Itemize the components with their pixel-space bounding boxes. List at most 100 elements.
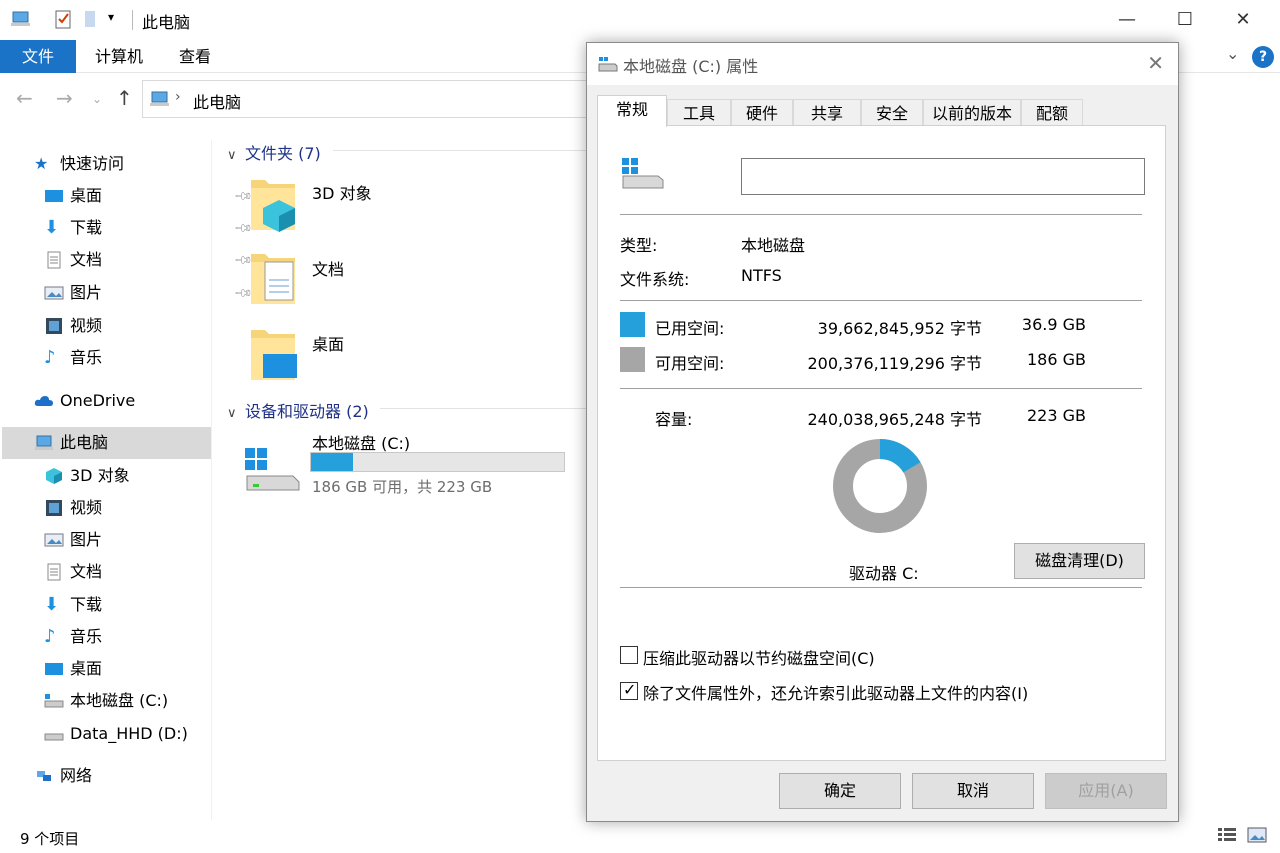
tab-view[interactable]: 查看 xyxy=(162,40,228,73)
cloud-icon xyxy=(34,396,53,406)
drive-usage-fill xyxy=(311,453,353,471)
item-count: 9 个项目 xyxy=(20,830,80,848)
used-space-swatch xyxy=(620,312,645,337)
folder-label[interactable]: 文档 xyxy=(312,256,344,280)
network-icon xyxy=(37,771,51,781)
star-icon: ★ xyxy=(34,154,49,173)
folder-desktop-icon[interactable] xyxy=(247,324,299,384)
dialog-title: 本地磁盘 (C:) 属性 xyxy=(623,57,759,76)
folder-documents-icon[interactable] xyxy=(247,248,299,308)
divider xyxy=(620,214,1142,215)
computer-icon xyxy=(35,435,53,450)
desktop-icon xyxy=(45,663,63,675)
drive-icon xyxy=(598,57,618,72)
folder-3d-objects-icon[interactable] xyxy=(247,174,299,234)
new-folder-icon[interactable] xyxy=(80,8,102,30)
cube-icon xyxy=(46,468,62,484)
document-icon xyxy=(47,251,61,269)
tab-computer[interactable]: 计算机 xyxy=(80,40,158,73)
dialog-close-icon[interactable]: ✕ xyxy=(1147,51,1164,75)
music-note-icon: ♪ xyxy=(44,626,56,647)
close-button[interactable]: ✕ xyxy=(1214,0,1272,40)
disk-cleanup-button[interactable]: 磁盘清理(D) xyxy=(1014,543,1145,579)
tab-security[interactable]: 安全 xyxy=(861,99,923,127)
capacity-gb: 223 GB xyxy=(1027,406,1086,425)
divider xyxy=(620,388,1142,389)
capacity-bytes: 240,038,965,248 字节 xyxy=(807,410,982,429)
address-path: 此电脑 xyxy=(193,93,242,112)
drive-letter-label: 驱动器 C: xyxy=(849,564,919,583)
tab-hardware[interactable]: 硬件 xyxy=(731,99,793,127)
drive-usage-text: 186 GB 可用，共 223 GB xyxy=(312,478,493,496)
divider xyxy=(620,587,1142,588)
folder-label[interactable]: 3D 对象 xyxy=(312,180,372,204)
apply-button[interactable]: 应用(A) xyxy=(1045,773,1167,809)
local-disk-icon[interactable] xyxy=(243,446,301,492)
capacity-label: 容量: xyxy=(655,410,693,429)
music-note-icon: ♪ xyxy=(44,347,56,368)
minimize-button[interactable]: — xyxy=(1098,0,1156,40)
used-space-label: 已用空间: xyxy=(655,319,725,338)
download-arrow-icon: ⬇ xyxy=(44,217,60,238)
explorer-titlebar: ▾ 此电脑 — ☐ ✕ xyxy=(0,0,1280,40)
recent-locations-icon[interactable]: ⌄ xyxy=(92,92,102,106)
properties-icon[interactable] xyxy=(52,8,74,30)
free-space-bytes: 200,376,119,296 字节 xyxy=(807,354,982,373)
local-disk-icon xyxy=(622,158,664,189)
up-arrow-icon[interactable]: ↑ xyxy=(116,86,133,110)
dialog-titlebar: 本地磁盘 (C:) 属性 ✕ xyxy=(587,43,1178,85)
maximize-button[interactable]: ☐ xyxy=(1156,0,1214,40)
status-bar: 9 个项目 xyxy=(0,822,1280,853)
index-checkbox[interactable]: ✓ xyxy=(620,680,638,700)
desktop-icon xyxy=(45,190,63,202)
drive-name-input[interactable] xyxy=(741,158,1145,195)
drive-label[interactable]: 本地磁盘 (C:) xyxy=(312,430,410,454)
help-icon[interactable]: ? xyxy=(1252,46,1274,68)
disk-usage-donut xyxy=(833,439,927,533)
properties-dialog: 本地磁盘 (C:) 属性 ✕ 常规 工具 硬件 共享 安全 以前的版本 配额 类… xyxy=(586,42,1179,822)
large-icons-view-icon[interactable] xyxy=(1246,826,1268,844)
filesystem-label: 文件系统: xyxy=(620,270,690,289)
group-divider xyxy=(380,408,587,409)
video-icon xyxy=(46,318,62,334)
tab-general[interactable]: 常规 xyxy=(597,95,667,127)
breadcrumb-chevron-icon[interactable]: › xyxy=(175,89,181,105)
compress-checkbox[interactable] xyxy=(620,646,638,664)
computer-icon xyxy=(11,11,30,26)
collapse-chevron-icon[interactable]: ∨ xyxy=(227,148,245,163)
tab-quota[interactable]: 配额 xyxy=(1021,99,1083,127)
download-arrow-icon: ⬇ xyxy=(44,594,60,615)
drive-icon xyxy=(44,733,64,741)
free-space-swatch xyxy=(620,347,645,372)
group-header-folders[interactable]: ∨ 文件夹 (7) xyxy=(227,140,321,164)
tab-file[interactable]: 文件 xyxy=(0,40,76,73)
group-divider xyxy=(333,150,587,151)
expand-ribbon-icon[interactable]: ⌄ xyxy=(1226,44,1239,63)
checkmark-icon: ✓ xyxy=(623,680,637,699)
group-header-devices[interactable]: ∨ 设备和驱动器 (2) xyxy=(227,398,369,422)
back-arrow-icon[interactable]: ← xyxy=(16,86,33,110)
cancel-button[interactable]: 取消 xyxy=(912,773,1034,809)
details-view-icon[interactable] xyxy=(1216,826,1238,844)
drive-icon xyxy=(44,694,64,708)
computer-icon xyxy=(150,91,169,106)
drive-usage-bar xyxy=(310,452,565,472)
collapse-chevron-icon[interactable]: ∨ xyxy=(227,406,245,421)
tab-sharing[interactable]: 共享 xyxy=(793,99,861,127)
customize-quick-access-icon[interactable]: ▾ xyxy=(108,10,130,32)
free-space-gb: 186 GB xyxy=(1027,350,1086,369)
address-bar[interactable]: › 此电脑 xyxy=(142,80,592,118)
navigation-pane: ★ 快速访问 桌面 📌︎ ⬇ 下载 📌︎ 文档 📌︎ 图片 📌︎ 视频 ♪ 音乐… xyxy=(0,140,254,820)
title-separator xyxy=(132,10,133,30)
tab-tools[interactable]: 工具 xyxy=(667,99,731,127)
type-value: 本地磁盘 xyxy=(741,236,806,255)
type-label: 类型: xyxy=(620,236,658,255)
ok-button[interactable]: 确定 xyxy=(779,773,901,809)
folder-label[interactable]: 桌面 xyxy=(312,331,344,355)
index-label[interactable]: 除了文件属性外，还允许索引此驱动器上文件的内容(I) xyxy=(643,680,1028,704)
forward-arrow-icon[interactable]: → xyxy=(56,86,73,110)
picture-icon xyxy=(44,533,64,547)
tab-previous-versions[interactable]: 以前的版本 xyxy=(923,99,1021,127)
compress-label[interactable]: 压缩此驱动器以节约磁盘空间(C) xyxy=(643,645,875,669)
picture-icon xyxy=(44,286,64,300)
